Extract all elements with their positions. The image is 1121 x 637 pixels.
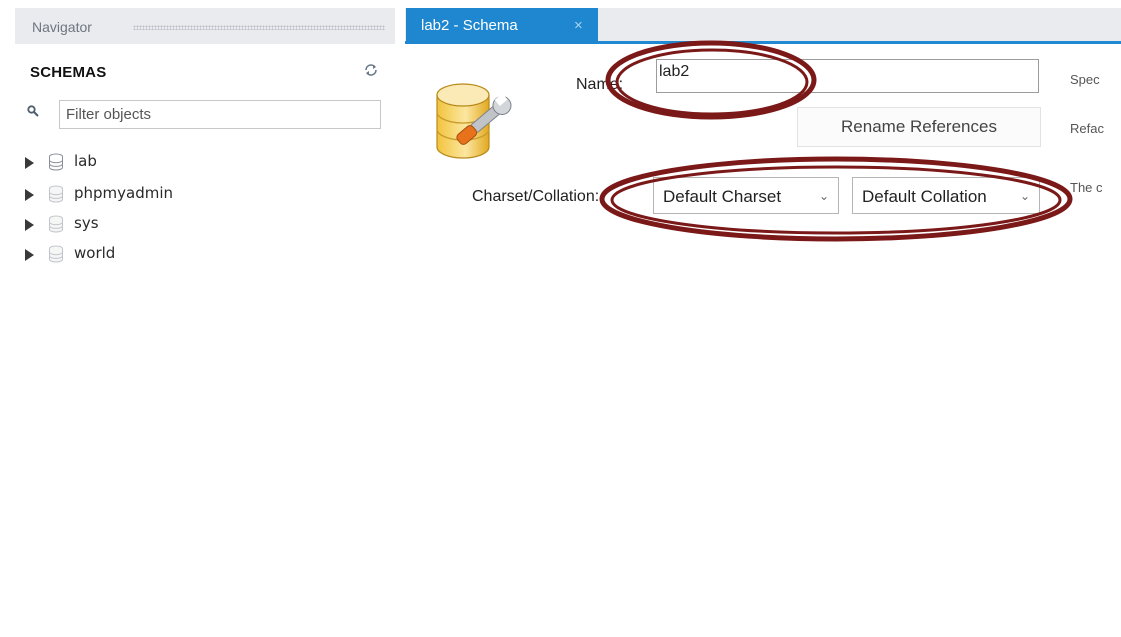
schema-item-label: phpmyadmin bbox=[74, 184, 174, 202]
database-icon bbox=[48, 153, 64, 171]
schema-item-world[interactable]: world bbox=[23, 244, 273, 264]
database-icon bbox=[48, 245, 64, 263]
schema-item-label: sys bbox=[74, 214, 99, 232]
refresh-icon[interactable] bbox=[364, 63, 378, 77]
charset-select-value: Default Charset bbox=[663, 187, 782, 206]
charset-hint-text: The c bbox=[1070, 180, 1103, 195]
schema-editor: lab2 - Schema × Name: Re bbox=[405, 8, 1121, 637]
rename-hint-text: Refac bbox=[1070, 121, 1104, 136]
navigator-panel: Navigator SCHEMAS Filter objects lab php… bbox=[15, 8, 395, 637]
editor-tab-bar: lab2 - Schema × bbox=[405, 8, 1121, 44]
name-hint-text: Spec bbox=[1070, 72, 1100, 87]
chevron-down-icon: ⌄ bbox=[818, 189, 829, 203]
schema-item-sys[interactable]: sys bbox=[23, 214, 273, 234]
collation-select[interactable]: Default Collation ⌄ bbox=[852, 177, 1040, 214]
schema-item-label: lab bbox=[74, 152, 97, 170]
schema-name-input[interactable] bbox=[656, 59, 1039, 93]
database-icon bbox=[48, 185, 64, 203]
navigator-title: Navigator bbox=[32, 19, 92, 35]
schemas-heading: SCHEMAS bbox=[30, 64, 107, 81]
expand-arrow-icon[interactable] bbox=[25, 219, 34, 231]
panel-drag-grip[interactable] bbox=[133, 25, 385, 30]
navigator-body: SCHEMAS l bbox=[15, 44, 395, 637]
expand-arrow-icon[interactable] bbox=[25, 249, 34, 261]
navigator-header: Navigator bbox=[15, 8, 395, 44]
schema-item-label: world bbox=[74, 244, 116, 262]
schema-item-phpmyadmin[interactable]: phpmyadmin bbox=[23, 184, 273, 204]
search-icon bbox=[27, 104, 39, 117]
tab-label: lab2 - Schema bbox=[421, 17, 518, 34]
charset-collation-label: Charset/Collation: bbox=[472, 188, 600, 205]
close-icon[interactable]: × bbox=[574, 18, 583, 33]
expand-arrow-icon[interactable] bbox=[25, 157, 34, 169]
database-icon bbox=[48, 215, 64, 233]
collation-select-value: Default Collation bbox=[862, 187, 987, 206]
name-label: Name: bbox=[576, 76, 624, 93]
charset-select[interactable]: Default Charset ⌄ bbox=[653, 177, 839, 214]
schema-item-lab[interactable]: lab bbox=[23, 152, 273, 172]
tab-lab2-schema[interactable]: lab2 - Schema × bbox=[406, 8, 598, 44]
filter-objects-input[interactable] bbox=[59, 100, 381, 129]
expand-arrow-icon[interactable] bbox=[25, 189, 34, 201]
rename-references-button[interactable]: Rename References bbox=[797, 107, 1041, 147]
schema-database-icon bbox=[434, 81, 526, 167]
chevron-down-icon: ⌄ bbox=[1019, 189, 1030, 203]
